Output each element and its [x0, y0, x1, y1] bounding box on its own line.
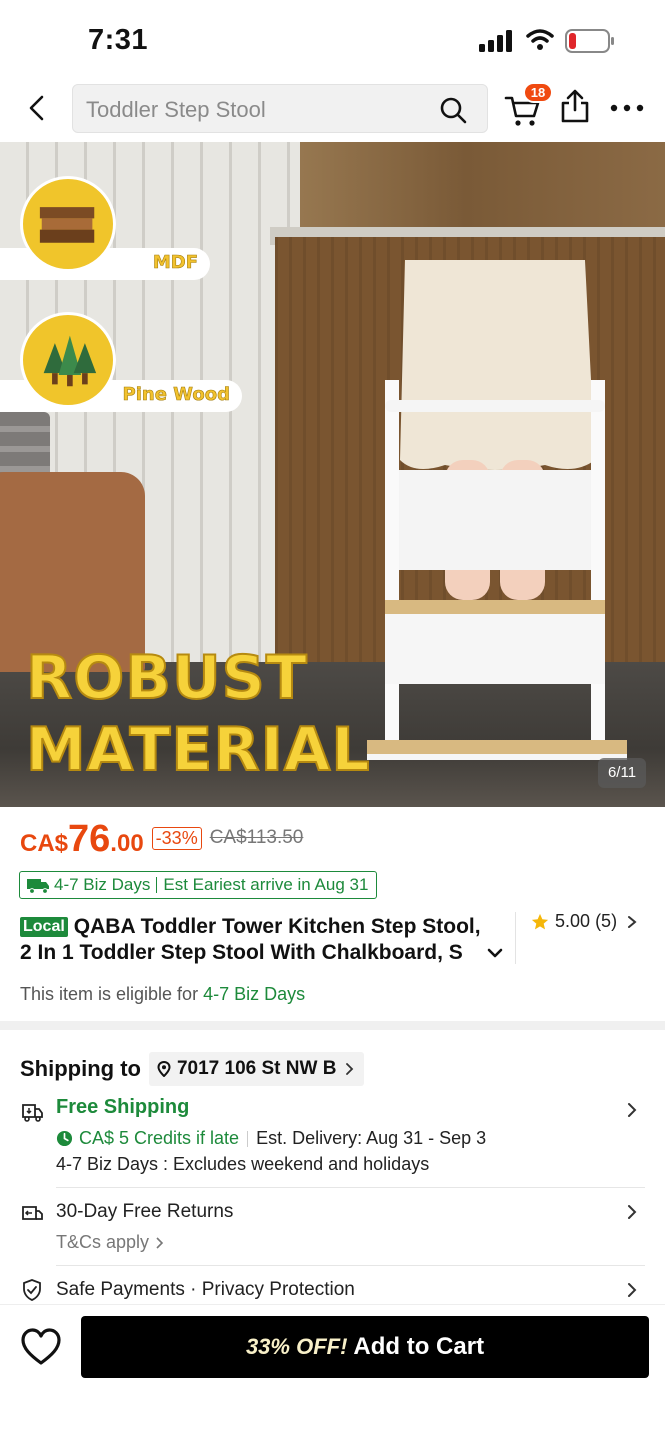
shipping-to-label: Shipping to — [20, 1056, 141, 1081]
shipping-details-row[interactable]: Free Shipping CA$ 5 Credits if late Est.… — [0, 1094, 665, 1184]
wifi-icon — [526, 29, 554, 50]
gallery-headline: ROBUST MATERIAL — [25, 642, 371, 786]
title-rating-divider — [515, 912, 516, 964]
expand-title-chevron-icon[interactable] — [484, 942, 506, 964]
local-badge: Local — [20, 917, 68, 937]
material-text-mdf: MDF — [152, 252, 199, 274]
delivery-credits-line: CA$ 5 Credits if late Est. Delivery: Aug… — [56, 1128, 486, 1149]
shield-check-icon — [23, 1279, 41, 1301]
delivery-truck-icon — [27, 879, 49, 894]
cta-discount-label: 33% OFF! — [245, 1334, 348, 1359]
chevron-right-icon — [628, 1205, 637, 1219]
delivery-estimate-chip: 4-7 Biz Days Est Eariest arrive in Aug 3… — [19, 871, 378, 899]
product-title[interactable]: Local QABA Toddler Tower Kitchen Step Sto… — [20, 914, 510, 966]
price-currency: CA$ — [20, 830, 69, 857]
original-price: CA$113.50 — [209, 827, 304, 848]
chevron-right-icon — [346, 1063, 354, 1075]
search-icon[interactable] — [439, 96, 467, 124]
chevron-right-icon — [628, 1283, 637, 1297]
material-text-pine-wood: Pine Wood — [122, 384, 230, 406]
eligibility-days: 4-7 Biz Days — [203, 984, 306, 1004]
status-time: 7:31 — [88, 24, 149, 56]
price-block: CA$ 76 .00 -33% CA$113.50 — [20, 818, 303, 862]
location-pin-icon — [157, 1061, 171, 1077]
toddler-tower-illustration — [367, 260, 627, 760]
top-nav: Toddler Step Stool 18 — [0, 80, 665, 142]
section-gap — [0, 1021, 665, 1030]
payments-label: Safe Payments · Privacy Protection — [56, 1279, 355, 1300]
more-icon[interactable] — [610, 98, 644, 118]
address-selector[interactable]: 7017 106 St NW B — [148, 1052, 365, 1086]
eligibility-prefix: This item is eligible for — [20, 984, 204, 1004]
row-divider — [56, 1187, 645, 1188]
chevron-right-icon — [628, 915, 637, 928]
rating-count: (5) — [595, 911, 618, 931]
separator — [247, 1130, 249, 1147]
status-bar: 7:31 — [0, 0, 665, 80]
chevron-right-icon — [628, 1103, 637, 1117]
returns-terms[interactable]: T&Cs apply — [56, 1232, 165, 1253]
cellular-signal-icon — [479, 30, 512, 52]
back-arrow-icon[interactable] — [22, 92, 54, 124]
product-title-line2: 2 In 1 Toddler Step Stool With Chalkboar… — [20, 941, 463, 964]
star-icon — [531, 913, 549, 929]
returns-label: 30-Day Free Returns — [56, 1201, 234, 1222]
battery-low-icon — [565, 29, 614, 53]
chevron-right-icon — [156, 1236, 164, 1249]
shipping-to-row: Shipping to 7017 106 St NW B — [20, 1052, 365, 1086]
rating-value: 5.00 — [555, 911, 591, 931]
returns-terms-text: T&Cs apply — [56, 1232, 150, 1252]
free-shipping-label: Free Shipping — [56, 1096, 190, 1118]
discount-badge: -33% — [151, 826, 202, 850]
chip-separator — [156, 877, 158, 893]
image-pager: 6/11 — [598, 758, 646, 788]
late-credits: CA$ 5 Credits if late — [56, 1128, 239, 1149]
cart-button[interactable]: 18 — [503, 82, 553, 130]
row-divider — [56, 1265, 645, 1266]
gallery-headline-line2: MATERIAL — [25, 714, 371, 786]
product-image-gallery[interactable]: MDF Pine Wood ROBUST MATERIAL 6/11 — [0, 142, 665, 807]
cta-label: Add to Cart — [353, 1333, 485, 1360]
cart-count-badge: 18 — [523, 82, 553, 103]
biz-days-note: 4-7 Biz Days : Excludes weekend and holi… — [56, 1154, 429, 1175]
heart-icon[interactable] — [20, 1327, 62, 1367]
payments-row[interactable]: Safe Payments · Privacy Protection — [0, 1277, 665, 1305]
pine-tree-icon — [20, 312, 116, 408]
gallery-headline-line1: ROBUST — [25, 642, 308, 714]
price-cents: .00 — [110, 830, 144, 857]
share-icon[interactable] — [560, 88, 590, 124]
est-delivery-text: Est. Delivery: Aug 31 - Sep 3 — [256, 1128, 487, 1148]
bottom-action-bar: 33% OFF! Add to Cart — [0, 1304, 665, 1440]
shipping-box-icon — [22, 1104, 43, 1122]
delivery-days: 4-7 Biz Days — [54, 875, 151, 894]
search-input[interactable]: Toddler Step Stool — [72, 84, 488, 133]
eligibility-note: This item is eligible for 4-7 Biz Days — [20, 984, 305, 1005]
clock-icon — [56, 1130, 73, 1147]
biz-days-note-text: 4-7 Biz Days : Excludes weekend and holi… — [56, 1154, 430, 1174]
search-query-text: Toddler Step Stool — [86, 97, 266, 122]
add-to-cart-button[interactable]: 33% OFF! Add to Cart — [81, 1316, 649, 1378]
mdf-material-icon — [20, 176, 116, 272]
returns-row[interactable]: 30-Day Free Returns T&Cs apply — [0, 1198, 665, 1258]
product-title-line1: QABA Toddler Tower Kitchen Step Stool, — [73, 915, 481, 938]
return-box-icon — [22, 1206, 43, 1220]
delivery-arrive-text: Est Eariest arrive in Aug 31 — [163, 875, 369, 894]
late-credits-text: CA$ 5 Credits if late — [79, 1128, 240, 1148]
price-whole: 76 — [68, 818, 111, 860]
rating-summary[interactable]: 5.00 (5) — [531, 911, 639, 932]
address-text: 7017 106 St NW B — [176, 1058, 337, 1079]
